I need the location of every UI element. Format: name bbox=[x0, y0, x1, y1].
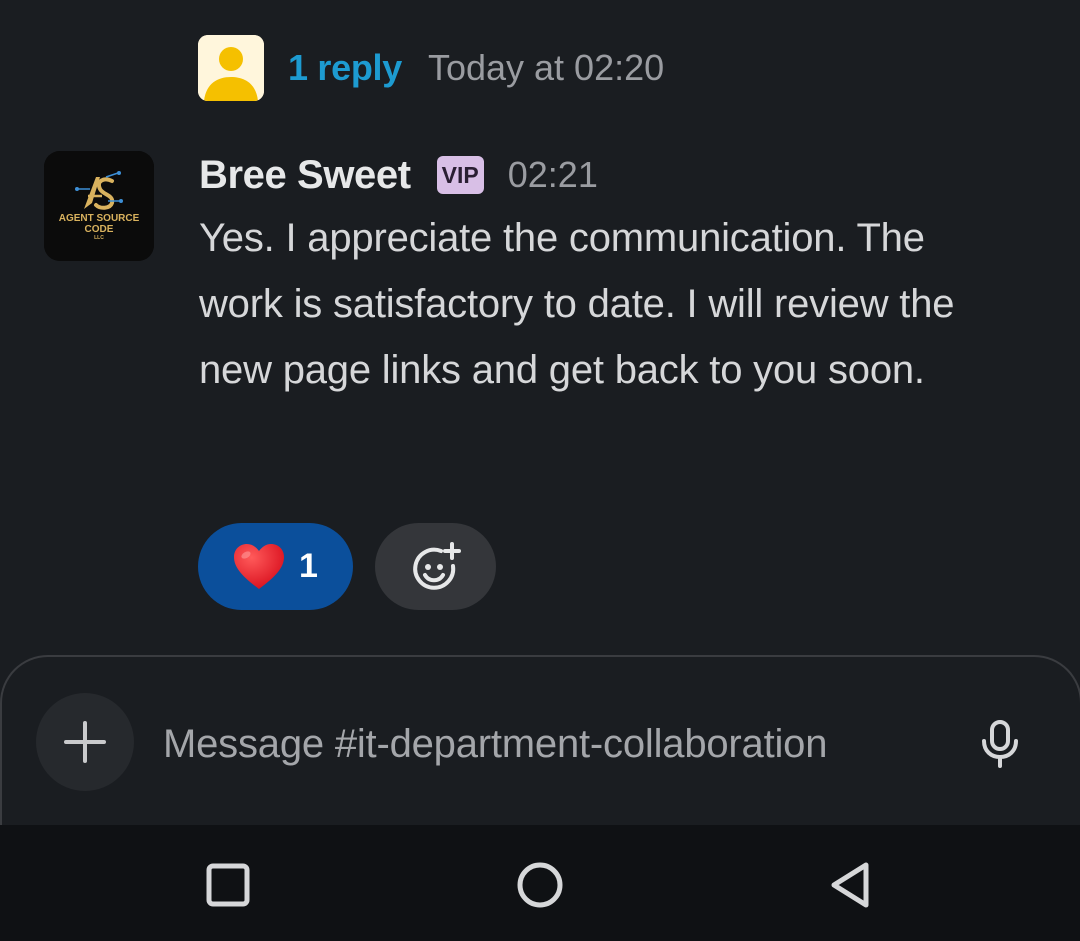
thread-reply-summary[interactable]: 1 reply Today at 02:20 bbox=[198, 35, 664, 101]
attach-button[interactable] bbox=[36, 693, 134, 791]
slack-thread-screen: 1 reply Today at 02:20 AGENT SOURCE CODE… bbox=[0, 0, 1080, 941]
message-input[interactable] bbox=[163, 716, 943, 772]
recents-button[interactable] bbox=[198, 855, 258, 915]
reply-timestamp: Today at 02:20 bbox=[427, 47, 665, 88]
agent-source-code-logo-icon bbox=[44, 151, 154, 261]
author-avatar[interactable]: AGENT SOURCE CODE LLC bbox=[44, 151, 154, 261]
message-text: Yes. I appreciate the communication. The… bbox=[199, 216, 955, 392]
back-icon bbox=[831, 862, 869, 908]
reaction-count: 1 bbox=[299, 547, 318, 585]
microphone-icon bbox=[982, 720, 1018, 768]
reaction-heart-button[interactable]: 1 bbox=[198, 523, 353, 610]
recents-icon bbox=[206, 863, 250, 907]
plus-icon bbox=[64, 721, 106, 763]
add-reaction-button[interactable] bbox=[375, 523, 496, 610]
author-name[interactable]: Bree Sweet bbox=[199, 153, 411, 198]
logo-line-2: CODE bbox=[84, 224, 114, 235]
logo-line-3: LLC bbox=[94, 235, 104, 241]
voice-message-button[interactable] bbox=[972, 714, 1028, 774]
home-icon bbox=[517, 862, 563, 908]
add-emoji-icon bbox=[412, 541, 461, 590]
heart-icon bbox=[234, 543, 284, 589]
message-header: Bree Sweet VIP 02:21 bbox=[199, 148, 598, 202]
home-button[interactable] bbox=[510, 855, 570, 915]
system-navigation-bar bbox=[0, 825, 1080, 941]
back-button[interactable] bbox=[820, 855, 880, 915]
vip-badge: VIP bbox=[436, 156, 484, 194]
reply-user-avatar bbox=[198, 35, 264, 101]
logo-line-1: AGENT SOURCE bbox=[58, 213, 140, 224]
message-timestamp: 02:21 bbox=[507, 154, 598, 195]
reply-count-link[interactable]: 1 reply bbox=[288, 47, 402, 89]
user-avatar-icon bbox=[198, 35, 264, 101]
